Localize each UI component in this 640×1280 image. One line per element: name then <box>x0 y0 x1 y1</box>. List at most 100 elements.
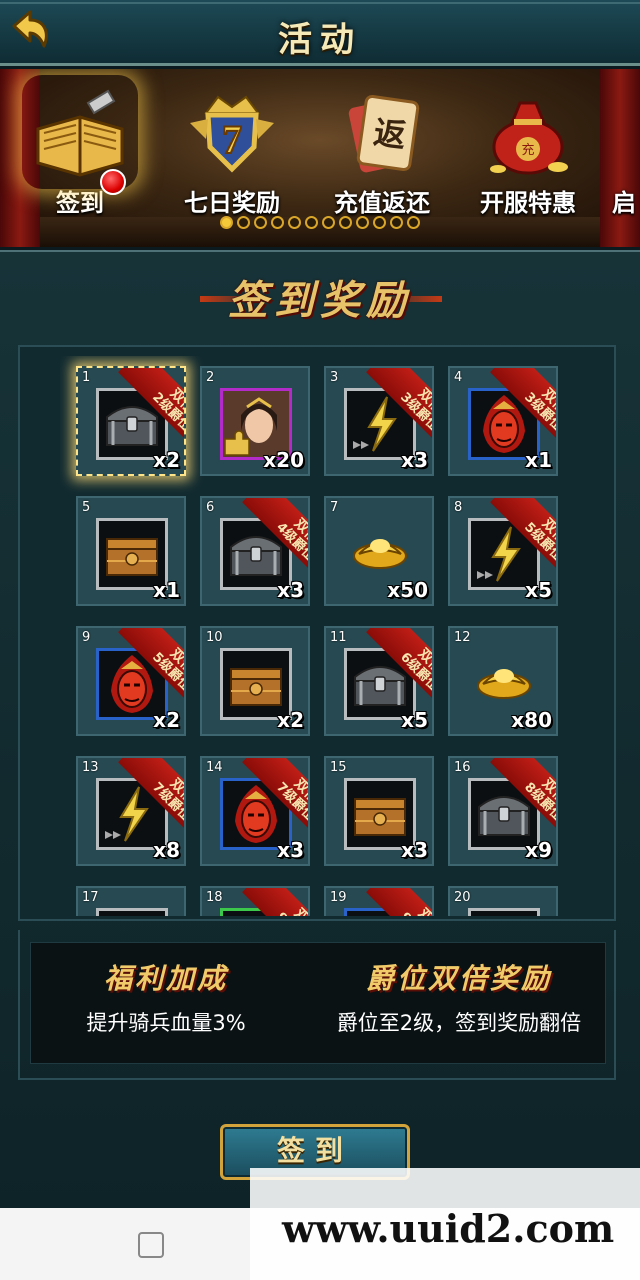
activity-label: 开服特惠 <box>480 189 576 217</box>
activity-tab-server-open[interactable]: 充 开服特惠 <box>458 83 598 218</box>
carousel-dot[interactable] <box>322 216 335 229</box>
day-number: 4 <box>454 370 463 385</box>
welfare-bonus-title: 福利加成 <box>103 962 228 995</box>
carousel-dot[interactable] <box>271 216 284 229</box>
day-number: 13 <box>82 760 99 775</box>
activity-tab-partial[interactable]: 启 <box>612 83 640 218</box>
gold-ingot-icon <box>471 648 537 714</box>
item-quantity: x2 <box>153 448 180 472</box>
day-number: 2 <box>206 370 215 385</box>
day-number: 12 <box>454 630 471 645</box>
day-number: 9 <box>82 630 91 645</box>
ribbon-double-label: 双倍 <box>270 888 308 916</box>
reward-cell[interactable]: 11 双倍 6级爵位 x5 <box>324 626 434 736</box>
item-quantity: x20 <box>263 448 304 472</box>
carousel-dot[interactable] <box>254 216 267 229</box>
item-frame <box>468 908 540 916</box>
activity-tab-sign-in[interactable]: 签到 <box>10 83 150 218</box>
item-quantity: x3 <box>277 578 304 602</box>
reward-cell[interactable]: 3 双倍 3级爵位 x3 <box>324 366 434 476</box>
item-quantity: x3 <box>277 838 304 862</box>
item-quantity: x2 <box>153 708 180 732</box>
reward-cell[interactable]: 17 <box>76 886 186 916</box>
watermark-text: www.uuid2.com <box>282 1206 615 1251</box>
reward-cell[interactable]: 2 x20 <box>200 366 310 476</box>
carousel-dot[interactable] <box>237 216 250 229</box>
day-number: 7 <box>330 500 339 515</box>
recharge-return-card-icon: 返 <box>332 83 432 181</box>
reward-cell[interactable]: 20 <box>448 886 558 916</box>
reward-cell[interactable]: 5 x1 <box>76 496 186 606</box>
double-reward-ribbon: 双倍 8级爵位 <box>480 758 556 834</box>
recent-apps-button[interactable] <box>138 1232 164 1258</box>
item-quantity: x50 <box>387 578 428 602</box>
notification-dot <box>100 169 126 195</box>
day-number: 15 <box>330 760 347 775</box>
money-bag-icon: 充 <box>478 83 578 181</box>
carousel-dot[interactable] <box>356 216 369 229</box>
gold-ingot-icon <box>347 518 413 584</box>
day-number: 18 <box>206 890 223 905</box>
double-reward-ribbon: 双倍 4级爵位 <box>232 498 308 574</box>
day-number: 10 <box>206 630 223 645</box>
item-quantity: x9 <box>525 838 552 862</box>
day-number: 5 <box>82 500 91 515</box>
double-reward-ribbon: 双倍 3级爵位 <box>480 368 556 444</box>
reward-cell[interactable]: 14 双倍 7级爵位 x3 <box>200 756 310 866</box>
carousel-dot[interactable] <box>407 216 420 229</box>
item-quantity: x1 <box>153 578 180 602</box>
unknown-item-icon <box>99 911 165 916</box>
reward-cell[interactable]: 1 双倍 2级爵位 x2 <box>76 366 186 476</box>
carousel-dot[interactable] <box>288 216 301 229</box>
carousel-dot[interactable] <box>339 216 352 229</box>
item-quantity: x3 <box>401 838 428 862</box>
reward-cell[interactable]: 12 x80 <box>448 626 558 736</box>
rank-double-title: 爵位双倍奖励 <box>365 962 552 995</box>
ribbon-double-label: 双倍 <box>394 888 432 916</box>
reward-cell[interactable]: 16 双倍 8级爵位 x9 <box>448 756 558 866</box>
reward-cell[interactable]: 18 双倍9级爵位 <box>200 886 310 916</box>
rank-double-text: 爵位至2级，签到奖励翻倍 <box>336 1011 582 1035</box>
reward-cell[interactable]: 8 双倍 5级爵位 x5 <box>448 496 558 606</box>
day-number: 3 <box>330 370 339 385</box>
carousel-dot[interactable] <box>390 216 403 229</box>
svg-text:7: 7 <box>222 117 242 162</box>
carousel-page-indicator <box>0 214 640 232</box>
seven-day-badge-icon: 7 <box>182 83 282 181</box>
item-frame <box>96 908 168 916</box>
carousel-dot[interactable] <box>220 216 233 229</box>
reward-cell[interactable]: 9 双倍 5级爵位 x2 <box>76 626 186 736</box>
unknown-item-icon <box>471 911 537 916</box>
activity-label: 启 <box>612 189 636 217</box>
reward-cell[interactable]: 4 双倍 3级爵位 x1 <box>448 366 558 476</box>
welfare-bonus-text: 提升骑兵血量3% <box>86 1011 246 1035</box>
reward-cell[interactable]: 10 x2 <box>200 626 310 736</box>
header-bar: 活动 <box>0 0 640 66</box>
item-quantity: x8 <box>153 838 180 862</box>
reward-cell[interactable]: 13 双倍 7级爵位 x8 <box>76 756 186 866</box>
day-number: 11 <box>330 630 347 645</box>
activity-tab-seven-day[interactable]: 7 七日奖励 <box>162 83 302 218</box>
double-reward-ribbon: 双倍 2级爵位 <box>108 368 184 444</box>
carousel-dot[interactable] <box>305 216 318 229</box>
double-reward-ribbon: 双倍9级爵位 <box>356 888 432 916</box>
double-reward-ribbon: 双倍 5级爵位 <box>480 498 556 574</box>
reward-grid[interactable]: 1 双倍 2级爵位 x2 2 x20 3 双倍 3级爵位 x3 4 双倍 3级爵位 x1 5 x1 6 双倍 4级爵… <box>60 356 580 916</box>
reward-cell[interactable]: 7 x50 <box>324 496 434 606</box>
item-quantity: x5 <box>401 708 428 732</box>
reward-cell[interactable]: 19 双倍9级爵位 <box>324 886 434 916</box>
carousel-dot[interactable] <box>373 216 386 229</box>
reward-cell[interactable]: 6 双倍 4级爵位 x3 <box>200 496 310 606</box>
day-number: 8 <box>454 500 463 515</box>
rank-double-bonus: 爵位双倍奖励 爵位至2级，签到奖励翻倍 <box>319 957 599 1037</box>
day-number: 17 <box>82 890 99 905</box>
partial-activity-icon <box>617 83 640 181</box>
activity-tab-recharge-return[interactable]: 返 充值返还 <box>312 83 452 218</box>
reward-cell[interactable]: 15 x3 <box>324 756 434 866</box>
double-reward-ribbon: 双倍 7级爵位 <box>108 758 184 834</box>
page-title: 活动 <box>278 20 362 60</box>
activity-carousel[interactable]: 签到 7 七日奖励 返 充值返还 充 开服特惠 启 <box>0 69 640 247</box>
double-reward-ribbon: 双倍9级爵位 <box>232 888 308 916</box>
svg-text:返: 返 <box>371 113 408 155</box>
double-reward-ribbon: 双倍 6级爵位 <box>356 628 432 704</box>
